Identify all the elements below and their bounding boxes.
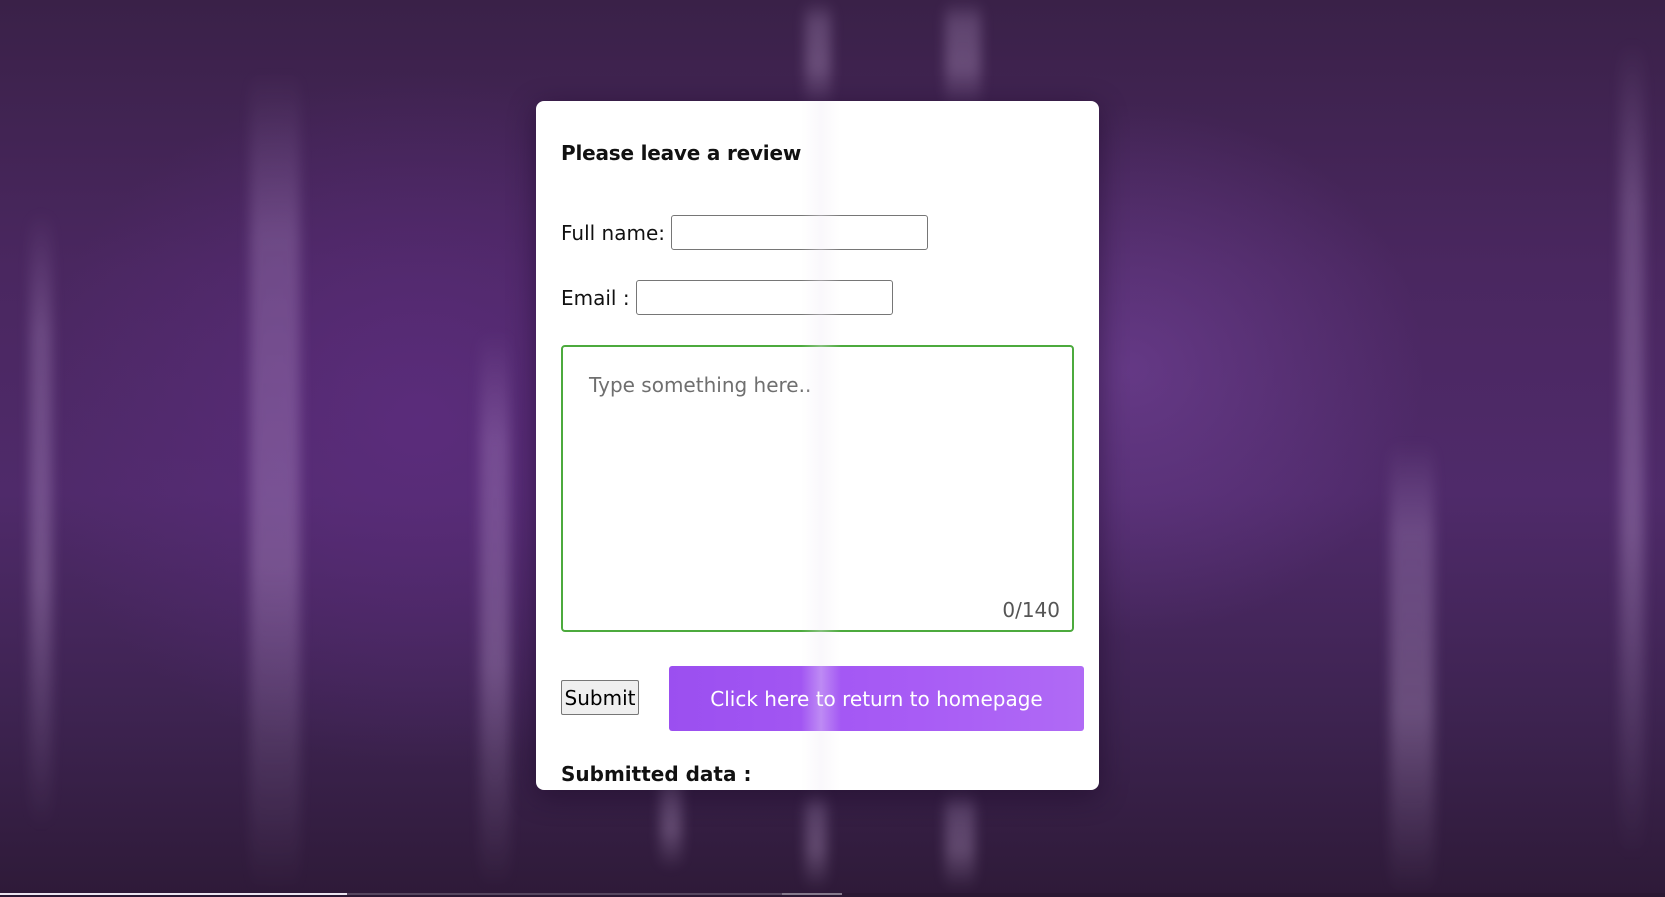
light-streak [805,790,827,890]
full-name-label: Full name: [561,220,666,245]
return-home-button[interactable]: Click here to return to homepage [669,666,1084,731]
review-box: 0/140 [561,345,1074,632]
email-row: Email : [561,280,893,315]
light-streak [805,0,831,110]
review-textarea[interactable] [563,347,1072,630]
light-streak [480,330,510,890]
light-streak [945,790,975,890]
submit-button[interactable]: Submit [561,680,639,715]
review-card: Please leave a review Full name: Email :… [536,101,1099,790]
email-label: Email : [561,285,630,310]
light-streak [1620,40,1644,860]
light-streak [945,0,981,110]
char-counter: 0/140 [1002,598,1060,622]
light-streak [30,210,52,830]
light-streak [250,70,300,895]
full-name-row: Full name: [561,215,929,250]
full-name-input[interactable] [671,215,929,250]
light-streak [1390,440,1434,895]
email-input[interactable] [635,280,893,315]
review-title: Please leave a review [561,141,802,165]
submitted-data-heading: Submitted data : [561,762,752,786]
bottom-scrollbar [0,893,1665,897]
